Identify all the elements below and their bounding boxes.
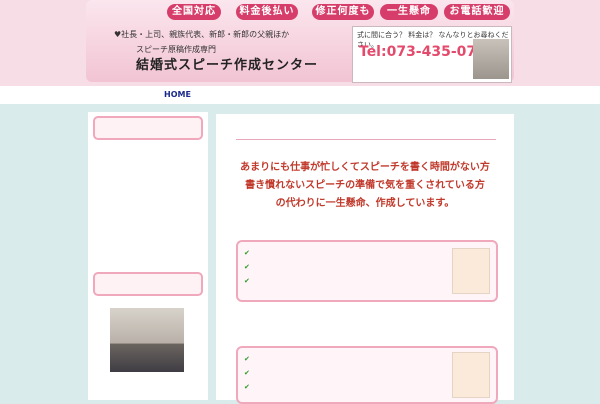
checklist-item: ✔: [244, 369, 253, 377]
checkmark-icon: ✔: [244, 249, 250, 257]
checklist-item: ✔: [244, 383, 253, 391]
badge-revisions: 修正何度も: [312, 4, 374, 20]
sidebar: [88, 112, 208, 400]
busy-man-illustration: [452, 248, 490, 294]
checkmark-icon: ✔: [244, 369, 250, 377]
staff-photo: [473, 39, 509, 79]
checkmark-icon: ✔: [244, 355, 250, 363]
profile-photo: [110, 308, 184, 372]
phone-contact-banner[interactable]: 式に間に合う？ 料金は？ なんなりとお尋ねください。 Tel:073-435-0…: [352, 26, 512, 83]
badge-phone-welcome: お電話歓迎: [444, 4, 510, 20]
checkmark-icon: ✔: [244, 263, 250, 271]
target-audience-text: ♥社長・上司、親族代表、新郎・新郎の父親ほか: [114, 30, 290, 39]
badge-postpay: 料金後払い: [236, 4, 298, 20]
main-content: あまりにも仕事が忙しくてスピーチを書く時間がない方 書き慣れないスピーチの準備で…: [216, 114, 514, 404]
checklist-item: ✔: [244, 277, 253, 285]
hero-line: 書き慣れないスピーチの準備で気を重くされている方: [245, 180, 485, 191]
main-nav: HOME: [0, 86, 600, 104]
checkmark-icon: ✔: [244, 277, 250, 285]
worried-woman-illustration: [452, 352, 490, 398]
divider: [236, 139, 496, 140]
checklist-card: ✔ ✔ ✔: [236, 240, 498, 302]
checklist-card: ✔ ✔ ✔: [236, 346, 498, 404]
hero-line: あまりにも仕事が忙しくてスピーチを書く時間がない方: [240, 162, 490, 173]
badge-nationwide: 全国対応: [167, 4, 221, 20]
site-title[interactable]: 結婚式スピーチ作成センター: [136, 54, 318, 73]
nav-item-home[interactable]: HOME: [164, 90, 191, 99]
sidebar-heading-info: [93, 116, 203, 140]
checklist-item: ✔: [244, 249, 253, 257]
badge-devotion: 一生懸命: [380, 4, 438, 20]
hero-line: の代わりに一生懸命、作成しています。: [275, 198, 455, 209]
checklist-item: ✔: [244, 263, 253, 271]
sidebar-heading-profile: [93, 272, 203, 296]
checklist-item: ✔: [244, 355, 253, 363]
checkmark-icon: ✔: [244, 383, 250, 391]
